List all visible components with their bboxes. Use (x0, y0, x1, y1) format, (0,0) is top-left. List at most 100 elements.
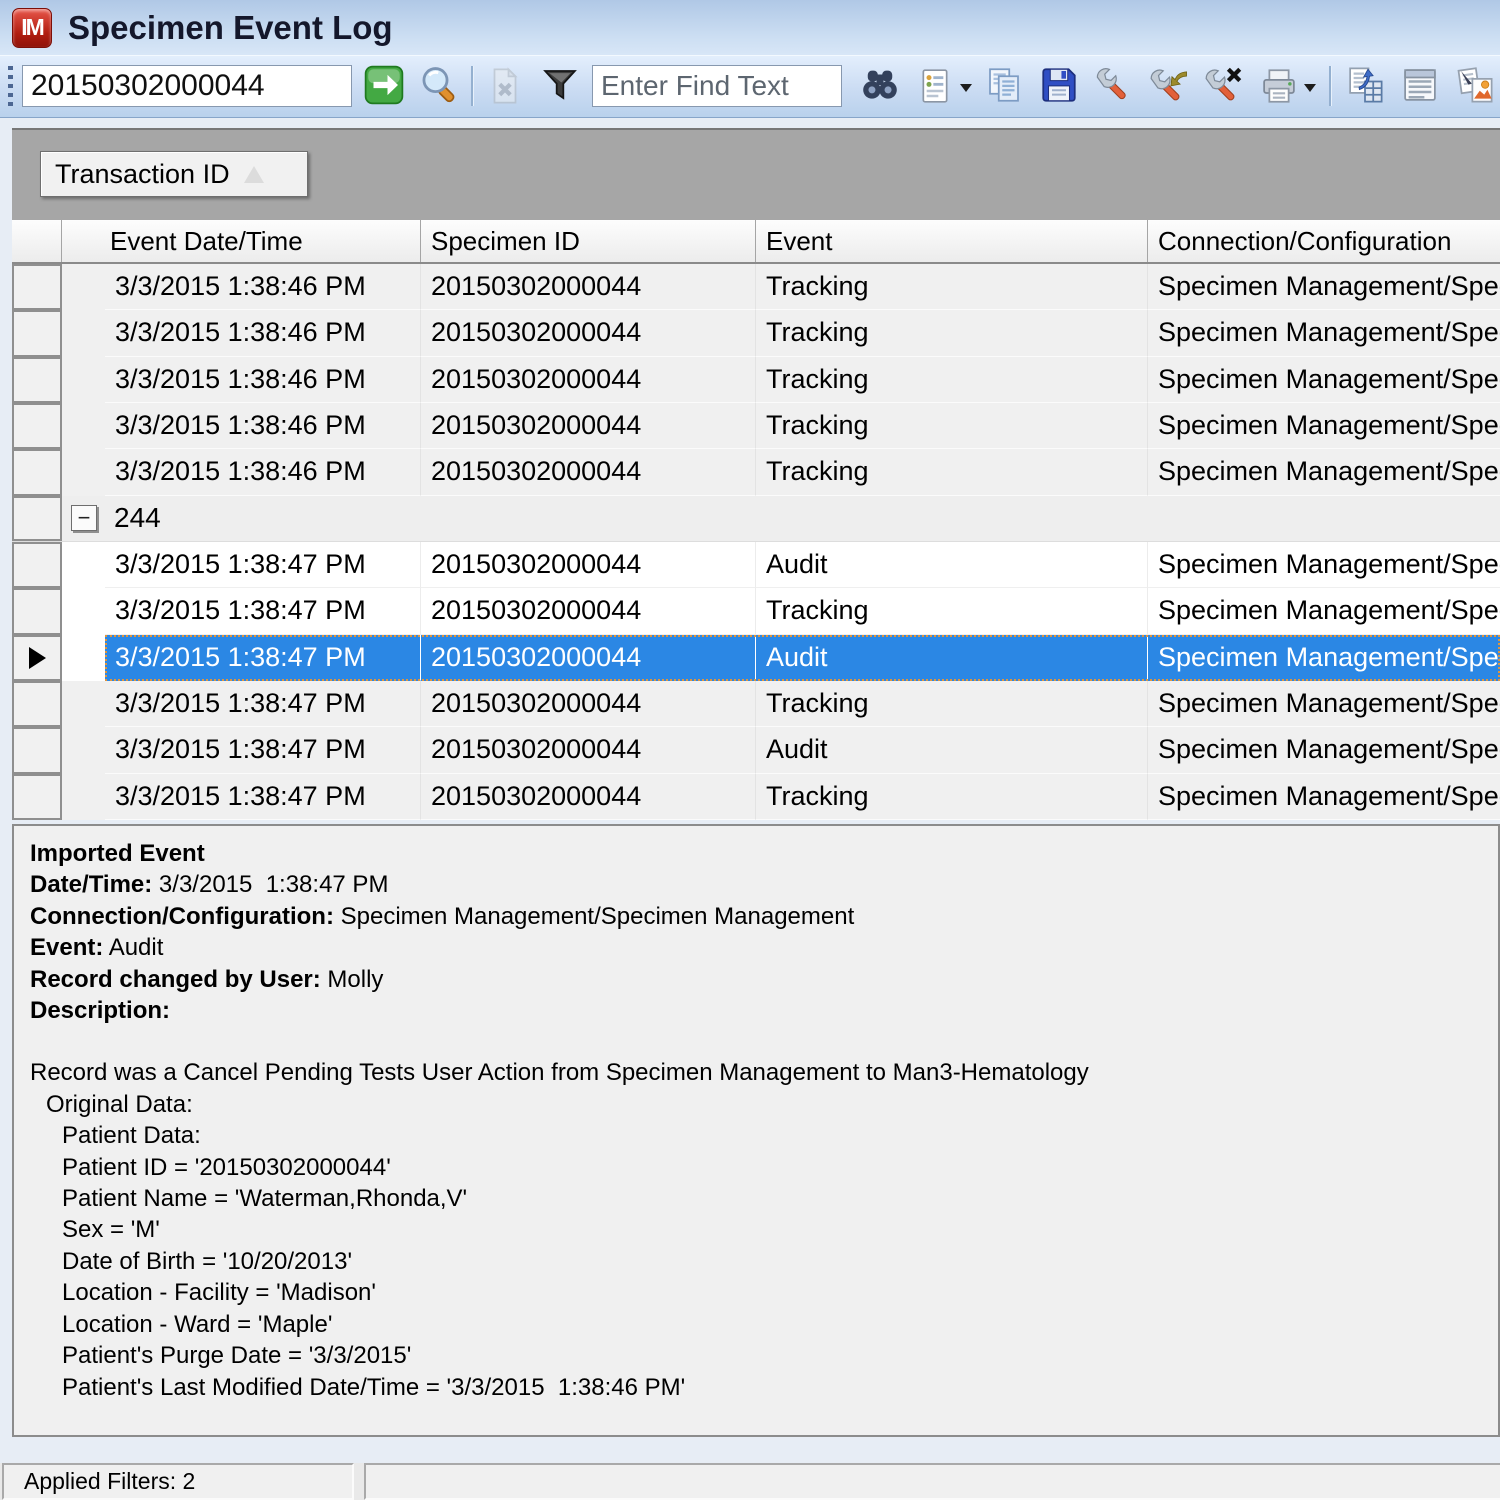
column-header-connection-configuration[interactable]: Connection/Configuration (1148, 220, 1500, 262)
group-by-panel[interactable]: Transaction ID (12, 130, 1500, 220)
save-floppy-icon (1038, 64, 1080, 109)
group-row[interactable]: −244 (12, 496, 1500, 542)
cell-connection-configuration: Specimen Management/Specimen Management (1148, 449, 1500, 495)
cell-specimen-id: 20150302000044 (421, 635, 756, 681)
wrench-icon (1093, 64, 1135, 109)
row-cells: 3/3/2015 1:38:46 PM20150302000044Trackin… (105, 357, 1500, 403)
row-cells: 3/3/2015 1:38:47 PM20150302000044AuditSp… (105, 542, 1500, 588)
cell-specimen-id: 20150302000044 (421, 542, 756, 588)
cell-specimen-id: 20150302000044 (421, 310, 756, 356)
table-row[interactable]: 3/3/2015 1:38:47 PM20150302000044AuditSp… (12, 635, 1500, 681)
column-header-event[interactable]: Event (756, 220, 1148, 262)
specimen-id-search-input[interactable] (22, 65, 352, 107)
row-selector-cell (12, 496, 62, 541)
applied-filters-status: Applied Filters: 2 (2, 1463, 354, 1500)
copy-button[interactable] (981, 62, 1027, 110)
grid-header-row: Event Date/TimeSpecimen IDEventConnectio… (12, 220, 1500, 264)
row-selector-cell (12, 542, 62, 588)
row-cells: 3/3/2015 1:38:46 PM20150302000044Trackin… (105, 403, 1500, 449)
table-row[interactable]: 3/3/2015 1:38:47 PM20150302000044AuditSp… (12, 542, 1500, 588)
view-options-button[interactable] (912, 62, 972, 110)
cell-event-date-time: 3/3/2015 1:38:46 PM (105, 310, 421, 356)
description-line: Patient Name = 'Waterman,Rhonda,V' (30, 1183, 1484, 1214)
table-row[interactable]: 3/3/2015 1:38:47 PM20150302000044Trackin… (12, 774, 1500, 820)
table-row[interactable]: 3/3/2015 1:38:46 PM20150302000044Trackin… (12, 403, 1500, 449)
row-cells: 3/3/2015 1:38:46 PM20150302000044Trackin… (105, 310, 1500, 356)
table-row[interactable]: 3/3/2015 1:38:46 PM20150302000044Trackin… (12, 310, 1500, 356)
find-text-input[interactable] (592, 65, 842, 107)
go-button[interactable] (361, 62, 407, 110)
cell-event: Tracking (756, 357, 1148, 403)
status-bar: Applied Filters: 2 (0, 1463, 1500, 1500)
group-indent-cell (62, 264, 105, 310)
collapse-group-button[interactable]: − (71, 505, 97, 531)
table-row[interactable]: 3/3/2015 1:38:46 PM20150302000044Trackin… (12, 264, 1500, 310)
configure-button[interactable] (1091, 62, 1137, 110)
detail-field: Connection/Configuration: Specimen Manag… (30, 901, 1484, 932)
group-indent-cell (62, 681, 105, 727)
sort-ascending-icon (244, 166, 264, 183)
find-button[interactable] (857, 62, 903, 110)
detail-field-label: Date/Time: (30, 871, 152, 898)
configure-remove-button[interactable] (1201, 62, 1247, 110)
cell-specimen-id: 20150302000044 (421, 449, 756, 495)
window-title: Specimen Event Log (68, 9, 393, 47)
detail-field: Event: Audit (30, 932, 1484, 963)
row-selector-cell (12, 774, 62, 820)
specimen-event-log-window: IM Specimen Event Log (0, 0, 1500, 1500)
detail-description: Record was a Cancel Pending Tests User A… (30, 1057, 1484, 1402)
toolbar-separator (471, 66, 473, 106)
row-cells: 3/3/2015 1:38:47 PM20150302000044AuditSp… (105, 635, 1500, 681)
detail-title: Imported Event (30, 838, 1484, 869)
row-selector-cell (12, 449, 62, 495)
configure-revert-button[interactable] (1146, 62, 1192, 110)
column-header-specimen-id[interactable]: Specimen ID (421, 220, 756, 262)
filter-button[interactable] (537, 62, 583, 110)
export-data-button[interactable] (1342, 62, 1388, 110)
cell-connection-configuration: Specimen Management/Specimen Management (1148, 264, 1500, 310)
description-line: Location - Facility = 'Madison' (30, 1277, 1484, 1308)
report-list-icon (1399, 64, 1441, 109)
cell-specimen-id: 20150302000044 (421, 357, 756, 403)
row-cells: 3/3/2015 1:38:47 PM20150302000044AuditSp… (105, 727, 1500, 773)
group-column-button[interactable]: Transaction ID (40, 151, 308, 197)
group-column-label: Transaction ID (55, 159, 230, 190)
cell-connection-configuration: Specimen Management/Specimen Management (1148, 403, 1500, 449)
detail-field-value: Audit (103, 934, 163, 961)
cell-event: Audit (756, 635, 1148, 681)
table-row[interactable]: 3/3/2015 1:38:46 PM20150302000044Trackin… (12, 449, 1500, 495)
description-line: Record was a Cancel Pending Tests User A… (30, 1057, 1484, 1088)
filter-funnel-icon (539, 64, 581, 109)
group-indent-cell (62, 774, 105, 820)
cell-connection-configuration: Specimen Management/Specimen Management (1148, 635, 1500, 681)
group-indent-cell (62, 635, 105, 681)
save-button[interactable] (1036, 62, 1082, 110)
app-icon: IM (12, 8, 52, 48)
cell-event-date-time: 3/3/2015 1:38:46 PM (105, 357, 421, 403)
cell-specimen-id: 20150302000044 (421, 588, 756, 634)
app-icon-text: IM (21, 14, 43, 41)
search-button[interactable] (416, 62, 462, 110)
export-image-button[interactable] (1452, 62, 1498, 110)
detail-field: Record changed by User: Molly (30, 964, 1484, 995)
table-row[interactable]: 3/3/2015 1:38:46 PM20150302000044Trackin… (12, 357, 1500, 403)
cell-specimen-id: 20150302000044 (421, 403, 756, 449)
detail-field: Description: (30, 995, 1484, 1026)
cell-event: Tracking (756, 264, 1148, 310)
table-row[interactable]: 3/3/2015 1:38:47 PM20150302000044Trackin… (12, 588, 1500, 634)
table-row[interactable]: 3/3/2015 1:38:47 PM20150302000044AuditSp… (12, 727, 1500, 773)
detail-field-label: Connection/Configuration: (30, 903, 334, 930)
cell-event-date-time: 3/3/2015 1:38:47 PM (105, 727, 421, 773)
wrench-remove-icon (1203, 64, 1245, 109)
row-cells: 3/3/2015 1:38:47 PM20150302000044Trackin… (105, 588, 1500, 634)
print-button[interactable] (1256, 62, 1316, 110)
toolbar-grip-handle[interactable] (8, 66, 13, 106)
column-header-event-date-time[interactable]: Event Date/Time (62, 220, 421, 262)
report-list-button[interactable] (1397, 62, 1443, 110)
cell-connection-configuration: Specimen Management/Specimen Management (1148, 681, 1500, 727)
cell-event: Tracking (756, 403, 1148, 449)
table-row[interactable]: 3/3/2015 1:38:47 PM20150302000044Trackin… (12, 681, 1500, 727)
grid-body: 3/3/2015 1:38:46 PM20150302000044Trackin… (12, 264, 1500, 820)
row-selector-cell (12, 264, 62, 310)
cell-event-date-time: 3/3/2015 1:38:47 PM (105, 542, 421, 588)
